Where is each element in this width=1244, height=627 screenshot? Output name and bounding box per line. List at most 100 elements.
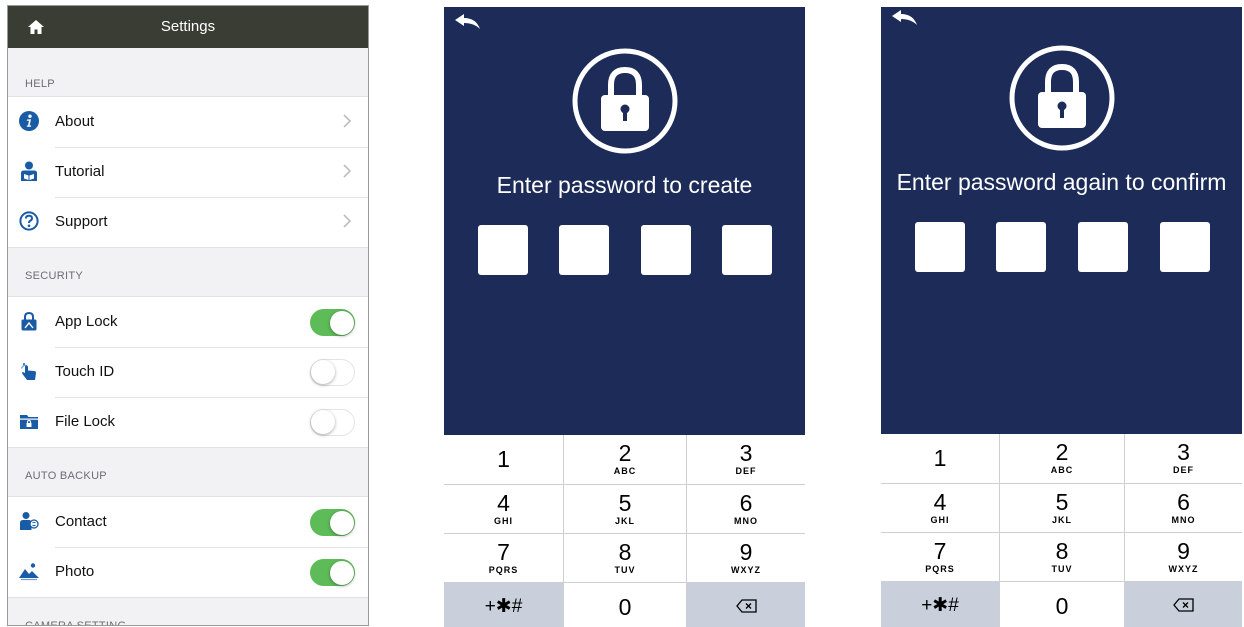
key-digit: 6 xyxy=(739,490,753,516)
toggle-knob xyxy=(311,360,335,384)
key-letters: MNO xyxy=(734,516,758,526)
key-digit: 4 xyxy=(497,490,510,516)
pin-digit-box[interactable] xyxy=(996,222,1046,272)
chevron-right-icon xyxy=(343,114,352,128)
key-digit: 6 xyxy=(1177,489,1190,515)
key-7[interactable]: 7 PQRS xyxy=(444,534,564,583)
key-6[interactable]: 6 MNO xyxy=(1125,484,1242,533)
key-4[interactable]: 4 GHI xyxy=(444,485,564,534)
key-letters: WXYZ xyxy=(1168,564,1199,574)
key-digit: 5 xyxy=(1055,489,1069,515)
settings-item-support[interactable]: Support xyxy=(8,197,368,247)
contact-icon xyxy=(20,512,39,530)
auto-backup-group: Contact Photo xyxy=(8,496,368,598)
key-5[interactable]: 5 JKL xyxy=(564,485,687,534)
key-3[interactable]: 3 DEF xyxy=(1125,434,1242,484)
key-2[interactable]: 2 ABC xyxy=(1000,434,1125,484)
pin-digit-box[interactable] xyxy=(559,225,609,275)
numeric-keypad: 1 2 ABC 3 DEF 4 GHI 5 JKL 6 MNO 7 PQRS 8 TUV 9W… xyxy=(881,434,1242,627)
key-4[interactable]: 4 GHI xyxy=(881,484,1000,533)
key-1[interactable]: 1 xyxy=(444,435,564,485)
key-delete[interactable] xyxy=(1125,582,1242,627)
back-arrow-icon[interactable] xyxy=(454,13,482,31)
key-letters: PQRS xyxy=(925,564,955,574)
settings-item-label: Contact xyxy=(55,513,107,530)
help-group: About Tutorial Support xyxy=(8,96,368,248)
settings-item-label: Support xyxy=(55,213,108,230)
settings-screen: Settings HELP About Tutorial Support SEC… xyxy=(7,5,369,626)
settings-item-photo: Photo xyxy=(8,547,368,597)
file-lock-toggle[interactable] xyxy=(310,409,355,436)
settings-item-file-lock: File Lock xyxy=(8,397,368,447)
pin-digit-box[interactable] xyxy=(1078,222,1128,272)
key-letters: ABC xyxy=(613,466,637,476)
photo-toggle[interactable] xyxy=(310,559,355,586)
settings-item-app-lock: App Lock xyxy=(8,297,368,347)
settings-item-about[interactable]: About xyxy=(8,97,368,147)
settings-item-label: About xyxy=(55,113,95,130)
settings-item-contact: Contact xyxy=(8,497,368,547)
key-8[interactable]: 8 TUV xyxy=(1000,533,1125,582)
key-1[interactable]: 1 xyxy=(881,434,1000,484)
pin-digit-box[interactable] xyxy=(1160,222,1210,272)
key-digit: 1 xyxy=(933,445,947,471)
pin-digit-box[interactable] xyxy=(641,225,691,275)
touch-id-toggle[interactable] xyxy=(310,359,355,386)
section-label-security: SECURITY xyxy=(25,270,84,282)
contact-toggle[interactable] xyxy=(310,509,355,536)
key-letters: JKL xyxy=(1051,515,1072,525)
key-letters: GHI xyxy=(493,516,513,526)
key-symbols[interactable]: +✱# xyxy=(881,582,1000,627)
key-6[interactable]: 6 MNO xyxy=(687,485,805,534)
toggle-knob xyxy=(329,310,354,335)
pin-digit-box[interactable] xyxy=(478,225,528,275)
key-digit: +✱# xyxy=(921,595,959,616)
back-arrow-icon[interactable] xyxy=(891,9,919,27)
key-digit: 7 xyxy=(497,539,510,565)
app-lock-toggle[interactable] xyxy=(310,309,355,336)
pin-digit-box[interactable] xyxy=(915,222,965,272)
key-symbols[interactable]: +✱# xyxy=(444,583,564,627)
key-digit: 7 xyxy=(933,538,947,564)
chevron-right-icon xyxy=(343,214,352,228)
key-9[interactable]: 9 WXYZ xyxy=(687,534,805,583)
lock-icon xyxy=(1009,45,1115,151)
key-digit: 2 xyxy=(618,440,632,466)
lock-background: Enter password again to confirm xyxy=(881,7,1242,434)
page-title: Settings xyxy=(160,18,216,35)
folder-lock-icon xyxy=(20,415,38,429)
key-9[interactable]: 9 WXYZ xyxy=(1125,533,1242,582)
settings-item-label: Tutorial xyxy=(55,163,105,180)
pin-digit-box[interactable] xyxy=(722,225,772,275)
key-digit: 8 xyxy=(1055,538,1069,564)
create-password-screen: Enter password to create 1 2 ABC 3 DEF 4 GH… xyxy=(444,7,805,627)
key-0[interactable]: 0 xyxy=(1000,582,1125,627)
key-0[interactable]: 0 xyxy=(564,583,687,627)
chevron-right-icon xyxy=(343,164,352,178)
key-digit: 1 xyxy=(497,446,510,472)
key-digit: 0 xyxy=(1055,593,1069,619)
key-letters: JKL xyxy=(614,516,635,526)
key-2[interactable]: 2 ABC xyxy=(564,435,687,485)
key-letters: TUV xyxy=(614,565,636,575)
key-letters: WXYZ xyxy=(731,565,761,575)
key-digit: 3 xyxy=(1177,439,1190,465)
settings-item-label: Photo xyxy=(55,563,95,580)
key-3[interactable]: 3 DEF xyxy=(687,435,805,485)
info-icon xyxy=(19,111,39,131)
key-8[interactable]: 8 TUV xyxy=(564,534,687,583)
tutorial-person-icon xyxy=(21,161,37,181)
numeric-keypad: 1 2 ABC 3 DEF 4 GHI 5 JKL 6 MNO 7 PQRS 8 TUV 9W… xyxy=(444,435,805,627)
key-5[interactable]: 5 JKL xyxy=(1000,484,1125,533)
key-7[interactable]: 7 PQRS xyxy=(881,533,1000,582)
touch-finger-icon xyxy=(20,363,36,380)
key-delete[interactable] xyxy=(687,583,805,627)
key-digit: 3 xyxy=(739,440,753,466)
key-digit: 2 xyxy=(1055,439,1069,465)
settings-item-label: Touch ID xyxy=(55,363,115,380)
settings-item-tutorial[interactable]: Tutorial xyxy=(8,147,368,197)
lock-icon xyxy=(572,48,678,154)
confirm-password-screen: Enter password again to confirm 1 2 ABC 3… xyxy=(881,7,1242,627)
key-letters: TUV xyxy=(1051,564,1073,574)
toggle-knob xyxy=(311,410,335,434)
